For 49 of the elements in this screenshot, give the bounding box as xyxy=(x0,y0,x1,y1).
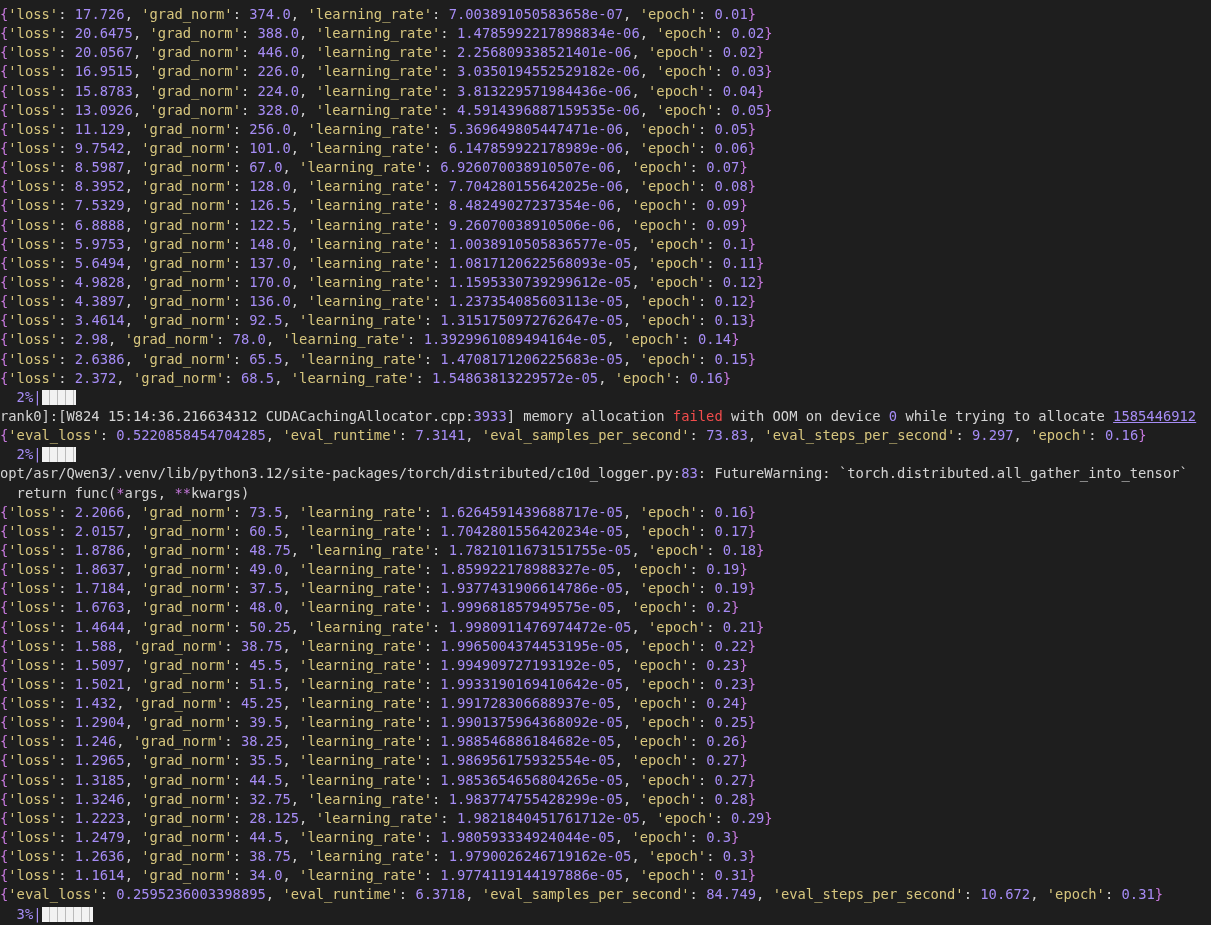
log-line: {'loss': 1.7184, 'grad_norm': 37.5, 'learning_rate': 1.9377431906614786e-05, 'epoch': 0.19} xyxy=(0,579,758,599)
log-line: rank0]:[W824 15:14:36.216634312 CUDACachingAllocator.cpp:3933] memory allocation failed with OOM on device 0 while trying to allocate 1585446912 xyxy=(0,406,1198,426)
log-line: {'loss': 1.2479, 'grad_norm': 44.5, 'learning_rate': 1.980593334924044e-05, 'epoch': 0.3} xyxy=(0,828,741,848)
log-line: {'loss': 2.0157, 'grad_norm': 60.5, 'learning_rate': 1.7042801556420234e-05, 'epoch': 0.17} xyxy=(0,521,758,541)
log-line: {'loss': 5.6494, 'grad_norm': 137.0, 'learning_rate': 1.0817120622568093e-05, 'epoch': 0.11} xyxy=(0,253,766,273)
log-line: {'loss': 8.3952, 'grad_norm': 128.0, 'learning_rate': 7.704280155642025e-06, 'epoch': 0.08} xyxy=(0,177,758,197)
log-line: {'loss': 1.2223, 'grad_norm': 28.125, 'learning_rate': 1.9821840451761712e-05, 'epoch': 0.29} xyxy=(0,808,774,829)
log-line: {'loss': 3.4614, 'grad_norm': 92.5, 'learning_rate': 1.3151750972762647e-05, 'epoch': 0.13} xyxy=(0,311,758,331)
log-line: {'loss': 2.98, 'grad_norm': 78.0, 'learning_rate': 1.3929961089494164e-05, 'epoch': 0.14} xyxy=(0,330,741,350)
log-line: {'loss': 1.246, 'grad_norm': 38.25, 'learning_rate': 1.988546886184682e-05, 'epoch': 0.26} xyxy=(0,732,749,752)
log-line: {'loss': 1.3246, 'grad_norm': 32.75, 'learning_rate': 1.983774755428299e-05, 'epoch': 0.28} xyxy=(0,789,758,809)
log-line: {'loss': 9.7542, 'grad_norm': 101.0, 'learning_rate': 6.147859922178989e-06, 'epoch': 0.06} xyxy=(0,139,758,159)
number-link[interactable]: 1585446912 xyxy=(1113,407,1197,424)
log-line: {'eval_loss': 0.5220858454704285, 'eval_runtime': 7.3141, 'eval_samples_per_second': 73.83, 'eval_steps_per_second': 9.297, 'epoch': 0.16} xyxy=(0,426,1148,446)
log-line: {'loss': 7.5329, 'grad_norm': 126.5, 'learning_rate': 8.48249027237354e-06, 'epoch': 0.09} xyxy=(0,196,749,216)
log-line: {'loss': 20.6475, 'grad_norm': 388.0, 'learning_rate': 1.4785992217898834e-06, 'epoch': 0.02} xyxy=(0,24,774,44)
log-line: {'loss': 8.5987, 'grad_norm': 67.0, 'learning_rate': 6.926070038910507e-06, 'epoch': 0.07} xyxy=(0,158,749,178)
log-line: {'eval_loss': 0.2595236003398895, 'eval_runtime': 6.3718, 'eval_samples_per_second': 84.749, 'eval_steps_per_second': 10.672, 'epoch': 0.31} xyxy=(0,885,1165,905)
log-line: {'loss': 1.2904, 'grad_norm': 39.5, 'learning_rate': 1.9901375964368092e-05, 'epoch': 0.25} xyxy=(0,713,758,733)
log-line: {'loss': 2.6386, 'grad_norm': 65.5, 'learning_rate': 1.4708171206225683e-05, 'epoch': 0.15} xyxy=(0,349,758,369)
log-line: {'loss': 16.9515, 'grad_norm': 226.0, 'learning_rate': 3.0350194552529182e-06, 'epoch': 0.03} xyxy=(0,62,774,82)
log-line: {'loss': 6.8888, 'grad_norm': 122.5, 'learning_rate': 9.26070038910506e-06, 'epoch': 0.09} xyxy=(0,215,749,235)
log-line: {'loss': 20.0567, 'grad_norm': 446.0, 'learning_rate': 2.256809338521401e-06, 'epoch': 0.02} xyxy=(0,43,766,63)
progress-label: 2%| xyxy=(16,445,42,465)
log-line: return func(*args, **kwargs) xyxy=(15,483,251,503)
log-line: {'loss': 15.8783, 'grad_norm': 224.0, 'learning_rate': 3.813229571984436e-06, 'epoch': 0.04} xyxy=(0,81,766,101)
log-line: {'loss': 2.372, 'grad_norm': 68.5, 'learning_rate': 1.54863813229572e-05, 'epoch': 0.16} xyxy=(0,368,733,388)
log-line: {'loss': 11.129, 'grad_norm': 256.0, 'learning_rate': 5.369649805447471e-06, 'epoch': 0.05} xyxy=(0,119,758,139)
progress-label: 2%| xyxy=(16,387,42,407)
log-line: {'loss': 1.5021, 'grad_norm': 51.5, 'learning_rate': 1.9933190169410642e-05, 'epoch': 0.23} xyxy=(0,674,758,695)
log-line: {'loss': 1.8786, 'grad_norm': 48.75, 'learning_rate': 1.7821011673151755e-05, 'epoch': 0.18} xyxy=(0,540,766,561)
progress-label: 3%| xyxy=(16,904,42,924)
log-line: {'loss': 13.0926, 'grad_norm': 328.0, 'learning_rate': 4.5914396887159535e-06, 'epoch': 0.05} xyxy=(0,100,774,120)
log-line: {'loss': 4.9828, 'grad_norm': 170.0, 'learning_rate': 1.1595330739299612e-05, 'epoch': 0.12} xyxy=(0,272,766,293)
log-line: {'loss': 1.3185, 'grad_norm': 44.5, 'learning_rate': 1.9853654656804265e-05, 'epoch': 0.27} xyxy=(0,770,758,790)
log-line: opt/asr/Qwen3/.venv/lib/python3.12/site-packages/torch/distributed/c10d_logger.py:83: FutureWarning: `torch.distributed.all_gather_into_tensor` xyxy=(0,464,1189,484)
log-line: {'loss': 1.8637, 'grad_norm': 49.0, 'learning_rate': 1.859922178988327e-05, 'epoch': 0.19} xyxy=(0,560,749,580)
log-line: {'loss': 1.4644, 'grad_norm': 50.25, 'learning_rate': 1.9980911476974472e-05, 'epoch': 0.21} xyxy=(0,617,766,637)
log-line: {'loss': 1.432, 'grad_norm': 45.25, 'learning_rate': 1.991728306688937e-05, 'epoch': 0.24} xyxy=(0,694,749,714)
log-line: {'loss': 5.9753, 'grad_norm': 148.0, 'learning_rate': 1.0038910505836577e-05, 'epoch': 0.1} xyxy=(0,234,758,254)
log-line: {'loss': 1.2636, 'grad_norm': 38.75, 'learning_rate': 1.9790026246719162e-05, 'epoch': 0.3} xyxy=(0,847,758,867)
log-line: {'loss': 1.5097, 'grad_norm': 45.5, 'learning_rate': 1.994909727193192e-05, 'epoch': 0.23} xyxy=(0,655,749,675)
log-line: {'loss': 4.3897, 'grad_norm': 136.0, 'learning_rate': 1.237354085603113e-05, 'epoch': 0.12} xyxy=(0,292,758,312)
log-line: {'loss': 17.726, 'grad_norm': 374.0, 'learning_rate': 7.003891050583658e-07, 'epoch': 0.01} xyxy=(0,5,758,25)
log-line: {'loss': 2.2066, 'grad_norm': 73.5, 'learning_rate': 1.6264591439688717e-05, 'epoch': 0.16} xyxy=(0,502,758,522)
log-line: {'loss': 1.588, 'grad_norm': 38.75, 'learning_rate': 1.9965004374453195e-05, 'epoch': 0.22} xyxy=(0,636,758,656)
log-line: {'loss': 1.2965, 'grad_norm': 35.5, 'learning_rate': 1.986956175932554e-05, 'epoch': 0.27} xyxy=(0,751,749,771)
log-line: {'loss': 1.6763, 'grad_norm': 48.0, 'learning_rate': 1.999681857949575e-05, 'epoch': 0.2} xyxy=(0,598,741,618)
log-line: {'loss': 1.1614, 'grad_norm': 34.0, 'learning_rate': 1.9774119144197886e-05, 'epoch': 0.31} xyxy=(0,866,758,886)
